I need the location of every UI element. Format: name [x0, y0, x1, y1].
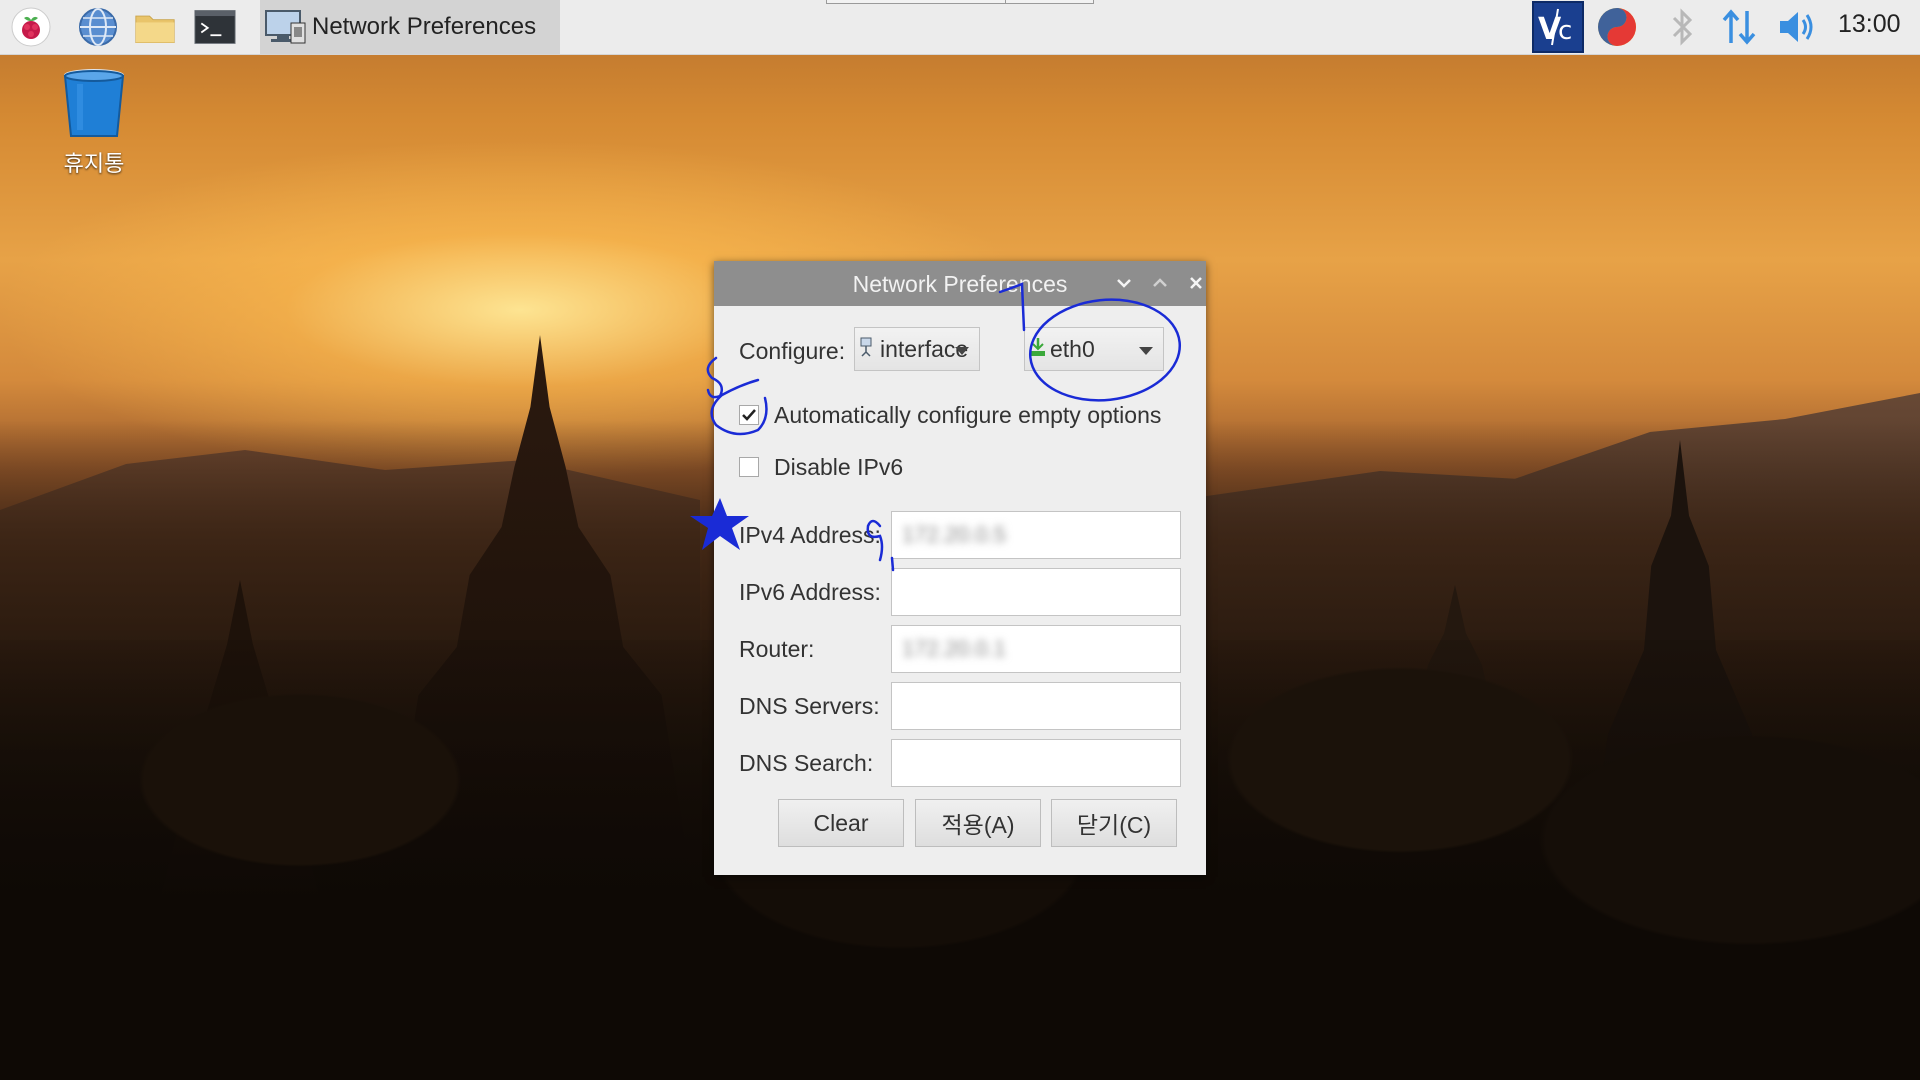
auto-configure-checkbox[interactable] — [739, 405, 759, 425]
dns-servers-label: DNS Servers: — [739, 693, 880, 719]
network-preferences-icon — [262, 5, 308, 49]
disable-ipv6-label[interactable]: Disable IPv6 — [774, 454, 903, 481]
taskbar-center-indicator — [826, 0, 1094, 4]
taskbar-window-button[interactable]: Network Preferences — [260, 0, 560, 54]
dialog-titlebar[interactable]: Network Preferences — [714, 261, 1206, 306]
configure-label: Configure: — [739, 338, 846, 364]
ethernet-icon — [1029, 336, 1047, 363]
dropdown-arrow-icon — [955, 347, 969, 355]
minimize-button[interactable] — [1110, 269, 1138, 297]
ipv6-address-label: IPv6 Address: — [739, 579, 881, 605]
ipv4-address-label: IPv4 Address: — [739, 522, 881, 548]
auto-configure-label[interactable]: Automatically configure empty options — [774, 402, 1161, 429]
interface-icon — [859, 336, 877, 363]
dns-servers-input[interactable] — [891, 682, 1181, 730]
close-icon — [1190, 277, 1202, 289]
dns-search-label: DNS Search: — [739, 750, 874, 776]
raspberry-menu-icon[interactable] — [10, 6, 52, 48]
apply-button[interactable]: 적용(A) — [915, 799, 1041, 847]
router-input[interactable]: 172.20.0.1 — [891, 625, 1181, 673]
chevron-up-icon — [1153, 278, 1167, 287]
trash-icon — [44, 66, 144, 144]
svg-text:c: c — [1558, 16, 1572, 46]
network-updown-icon[interactable] — [1718, 6, 1760, 48]
maximize-button[interactable] — [1146, 269, 1174, 297]
web-browser-icon[interactable] — [77, 6, 119, 48]
ipv4-address-input[interactable]: 172.20.0.5 — [891, 511, 1181, 559]
taskbar-window-title: Network Preferences — [312, 13, 537, 40]
vnc-icon[interactable]: V c — [1532, 1, 1584, 53]
trash-label: 휴지통 — [63, 152, 125, 177]
configure-type-combo[interactable]: interface — [854, 327, 980, 371]
disable-ipv6-checkbox[interactable] — [739, 457, 759, 477]
terminal-icon[interactable] — [194, 6, 236, 48]
configure-target-value: eth0 — [1050, 335, 1095, 362]
close-dialog-button[interactable]: 닫기(C) — [1051, 799, 1177, 847]
taskbar: Network Preferences V c 13:00 — [0, 0, 1920, 55]
clock[interactable]: 13:00 — [1838, 10, 1901, 39]
router-value: 172.20.0.1 — [902, 636, 1006, 661]
configure-target-combo[interactable]: eth0 — [1024, 327, 1164, 371]
network-preferences-dialog: Network Preferences Configure: interface — [714, 261, 1206, 875]
bluetooth-icon[interactable] — [1662, 6, 1704, 48]
close-button[interactable] — [1182, 269, 1210, 297]
file-manager-icon[interactable] — [134, 6, 176, 48]
ipv6-address-input[interactable] — [891, 568, 1181, 616]
desktop-trash[interactable]: 휴지통 — [44, 66, 144, 178]
dns-search-input[interactable] — [891, 739, 1181, 787]
router-label: Router: — [739, 636, 815, 662]
ipv4-address-value: 172.20.0.5 — [902, 522, 1006, 547]
checkmark-icon — [742, 409, 756, 421]
input-method-icon[interactable] — [1596, 6, 1638, 48]
clear-button[interactable]: Clear — [778, 799, 904, 847]
volume-icon[interactable] — [1776, 6, 1818, 48]
chevron-down-icon — [1117, 279, 1131, 288]
dropdown-arrow-icon — [1139, 347, 1153, 355]
